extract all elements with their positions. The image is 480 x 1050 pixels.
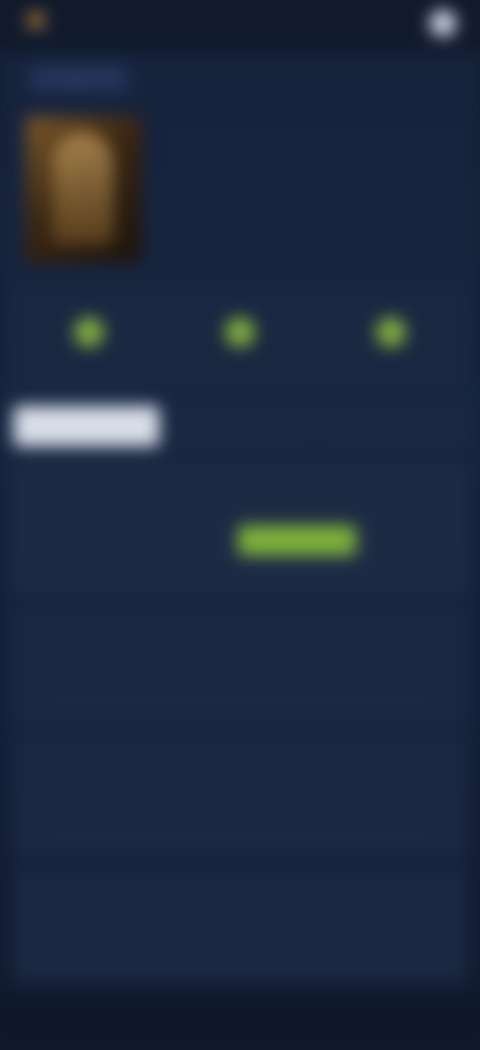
divider — [40, 832, 440, 834]
breadcrumb: ‹ — [0, 53, 480, 104]
chevron-left-icon: ‹ — [73, 71, 78, 86]
top-actions — [401, 10, 457, 37]
stats-panel: ✓ ✓ ✓ — [13, 290, 467, 385]
check-icon: ✓ — [224, 317, 256, 348]
tab-bar — [13, 405, 467, 451]
main-card — [13, 463, 467, 595]
page: ‹ ✓ ✓ ✓ — [0, 0, 480, 1050]
hero — [0, 104, 480, 283]
check-icon: ✓ — [375, 317, 407, 348]
check-icon: ✓ — [73, 317, 105, 348]
tab-2[interactable] — [167, 405, 313, 447]
logo[interactable] — [27, 8, 126, 32]
logo-icon — [27, 12, 45, 29]
avatar[interactable] — [429, 10, 457, 37]
poster-image[interactable] — [25, 116, 143, 263]
tab-3[interactable] — [320, 405, 467, 447]
stat-item-1[interactable]: ✓ — [28, 297, 150, 379]
section-1 — [13, 607, 467, 731]
top-bar — [0, 0, 480, 53]
tab-1[interactable] — [13, 405, 160, 447]
divider — [40, 701, 440, 703]
stat-item-3[interactable]: ✓ — [330, 297, 452, 379]
stat-item-2[interactable]: ✓ — [179, 297, 301, 379]
primary-cta-button[interactable] — [237, 525, 357, 556]
footer — [0, 994, 480, 1050]
back-button[interactable]: ‹ — [29, 65, 128, 92]
section-2 — [13, 738, 467, 861]
section-3 — [13, 868, 467, 984]
poster-figure — [52, 132, 114, 245]
